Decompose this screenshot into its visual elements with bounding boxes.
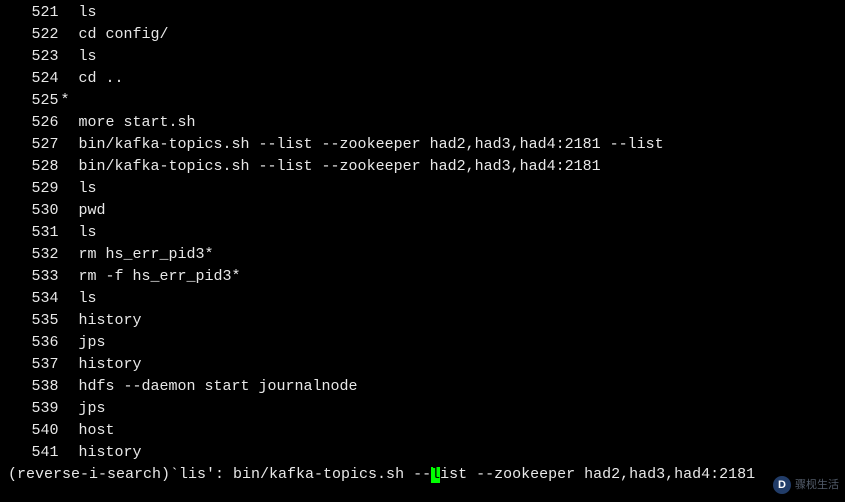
history-line-number: 535 [8,310,61,332]
history-line-sep [61,136,79,153]
history-line-command: ls [79,48,97,65]
history-line-number: 533 [8,266,61,288]
history-line-number: 525 [8,90,61,112]
history-line-sep [61,290,79,307]
prompt-suffix: ist --zookeeper had2,had3,had4:2181 [440,466,755,483]
history-line-sep [61,268,79,285]
history-line-sep [61,444,79,461]
history-line-sep [61,180,79,197]
history-line-number: 524 [8,68,61,90]
history-line-sep [61,312,79,329]
history-line-command: jps [79,334,106,351]
history-line-command: rm hs_err_pid3* [79,246,214,263]
history-line-command: ls [79,4,97,21]
history-line: 534 ls [8,288,837,310]
history-line-number: 539 [8,398,61,420]
history-line-number: 530 [8,200,61,222]
terminal-cursor: l [431,467,440,484]
history-line-number: 537 [8,354,61,376]
history-line-command: history [79,444,142,461]
history-line-number: 541 [8,442,61,464]
history-line-command: history [79,356,142,373]
history-line: 521 ls [8,2,837,24]
history-line-command: ls [79,224,97,241]
history-line-command: history [79,312,142,329]
history-line-command: ls [79,180,97,197]
history-line-sep [61,70,79,87]
history-line-number: 538 [8,376,61,398]
history-line-command: rm -f hs_err_pid3* [79,268,241,285]
terminal-output[interactable]: 521 ls522 cd config/523 ls524 cd ..525*5… [8,2,837,486]
history-line-command: bin/kafka-topics.sh --list --zookeeper h… [79,136,664,153]
history-line-sep [61,334,79,351]
history-line-sep [61,400,79,417]
history-line: 525* [8,90,837,112]
history-line-command: pwd [79,202,106,219]
history-line-sep [61,356,79,373]
history-line-number: 526 [8,112,61,134]
history-line-number: 527 [8,134,61,156]
history-line-sep [61,48,79,65]
history-line: 523 ls [8,46,837,68]
history-line: 533 rm -f hs_err_pid3* [8,266,837,288]
history-line: 528 bin/kafka-topics.sh --list --zookeep… [8,156,837,178]
history-line: 529 ls [8,178,837,200]
history-line: 524 cd .. [8,68,837,90]
history-line-sep [61,4,79,21]
history-line: 538 hdfs --daemon start journalnode [8,376,837,398]
history-line-sep [61,246,79,263]
history-line: 536 jps [8,332,837,354]
history-line-command: more start.sh [79,114,196,131]
history-line-number: 521 [8,2,61,24]
reverse-search-prompt[interactable]: (reverse-i-search)`lis': bin/kafka-topic… [8,464,837,486]
history-line-command: ls [79,290,97,307]
history-line-number: 536 [8,332,61,354]
history-line: 531 ls [8,222,837,244]
history-line: 527 bin/kafka-topics.sh --list --zookeep… [8,134,837,156]
history-line: 532 rm hs_err_pid3* [8,244,837,266]
history-line: 537 history [8,354,837,376]
history-line: 526 more start.sh [8,112,837,134]
history-line-number: 534 [8,288,61,310]
history-line: 541 history [8,442,837,464]
history-line-command: jps [79,400,106,417]
history-line-number: 529 [8,178,61,200]
prompt-prefix: (reverse-i-search)`lis': bin/kafka-topic… [8,466,431,483]
history-line-command: bin/kafka-topics.sh --list --zookeeper h… [79,158,601,175]
history-line-command: cd .. [79,70,124,87]
history-line-sep [61,378,79,395]
history-line-sep [61,26,79,43]
history-line-command: hdfs --daemon start journalnode [79,378,358,395]
history-line-command: host [79,422,115,439]
history-line-number: 523 [8,46,61,68]
history-line-number: 532 [8,244,61,266]
history-line: 535 history [8,310,837,332]
history-line-star: * [61,92,70,109]
history-line-number: 528 [8,156,61,178]
history-line-sep [61,224,79,241]
history-line-sep [61,422,79,439]
history-line-sep [61,158,79,175]
history-line-sep [61,202,79,219]
history-line-sep [61,114,79,131]
history-line-number: 540 [8,420,61,442]
history-line: 539 jps [8,398,837,420]
history-line: 522 cd config/ [8,24,837,46]
history-line-command: cd config/ [79,26,169,43]
history-line-number: 531 [8,222,61,244]
history-line: 530 pwd [8,200,837,222]
history-line: 540 host [8,420,837,442]
history-line-number: 522 [8,24,61,46]
